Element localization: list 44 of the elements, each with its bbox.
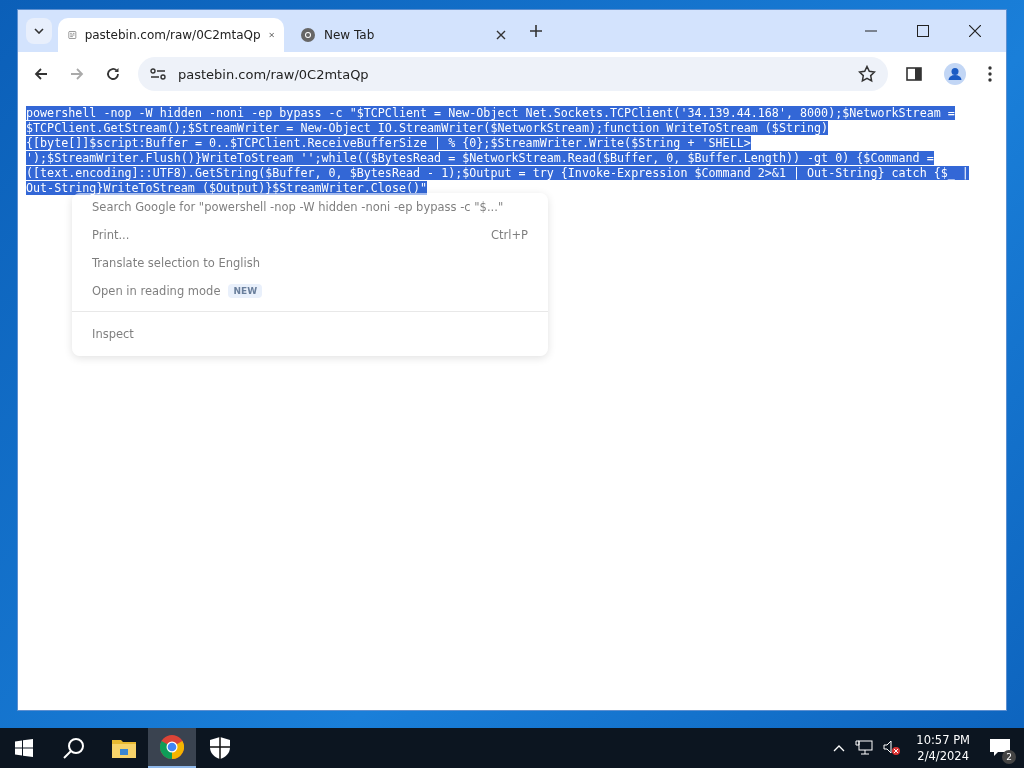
profile-icon[interactable]	[944, 63, 966, 85]
date-text: 2/4/2024	[917, 748, 969, 764]
maximize-icon[interactable]	[917, 25, 929, 37]
notification-count: 2	[1002, 750, 1016, 764]
folder-icon	[112, 738, 136, 758]
browser-tab[interactable]: pastebin.com/raw/0C2mtaQp	[58, 18, 284, 52]
tab-title: pastebin.com/raw/0C2mtaQp	[84, 28, 261, 42]
side-panel-icon[interactable]	[906, 67, 922, 81]
menu-item-label: Translate selection to English	[92, 256, 260, 270]
notifications-button[interactable]: 2	[984, 732, 1016, 764]
star-icon[interactable]	[858, 65, 876, 83]
clock[interactable]: 10:57 PM 2/4/2024	[916, 732, 970, 764]
tab-search-button[interactable]	[26, 18, 52, 44]
start-icon[interactable]	[15, 739, 33, 757]
chevron-up-icon[interactable]	[833, 744, 846, 752]
menu-icon[interactable]	[988, 66, 992, 82]
address-bar[interactable]: pastebin.com/raw/0C2mtaQp	[138, 57, 888, 91]
time-text: 10:57 PM	[916, 732, 970, 748]
menu-item[interactable]: Translate selection to English	[72, 249, 548, 277]
new-badge: NEW	[228, 284, 263, 298]
taskbar-app[interactable]	[148, 728, 196, 768]
tab-title: New Tab	[324, 28, 376, 42]
site-settings-icon[interactable]	[150, 68, 166, 80]
globe-icon	[300, 27, 316, 43]
reload-icon[interactable]	[106, 67, 120, 81]
shortcut-text: Ctrl+P	[490, 228, 528, 242]
back-icon[interactable]	[34, 67, 48, 81]
new-tab-icon[interactable]	[530, 25, 542, 37]
browser-tab[interactable]: New Tab	[290, 18, 516, 52]
menu-item-label: Inspect	[92, 327, 134, 341]
menu-item[interactable]: Open in reading mode NEW	[72, 277, 548, 305]
menu-item-label: Search Google for "powershell -nop -W hidden -noni -ep bypass -c "$..."	[92, 200, 504, 214]
close-icon[interactable]	[969, 25, 981, 37]
close-icon[interactable]	[496, 30, 506, 40]
menu-item[interactable]: Print... Ctrl+P	[72, 221, 548, 249]
chevron-down-icon	[34, 28, 44, 34]
browser-icon	[160, 735, 184, 759]
shield-icon	[210, 737, 230, 759]
search-icon[interactable]	[63, 737, 85, 759]
menu-item-label: Print...	[92, 228, 130, 242]
menu-item-label: Open in reading mode	[92, 284, 221, 298]
network-icon[interactable]	[855, 740, 874, 756]
speaker-muted-icon[interactable]	[883, 740, 902, 756]
menu-item[interactable]: Inspect	[72, 320, 548, 348]
